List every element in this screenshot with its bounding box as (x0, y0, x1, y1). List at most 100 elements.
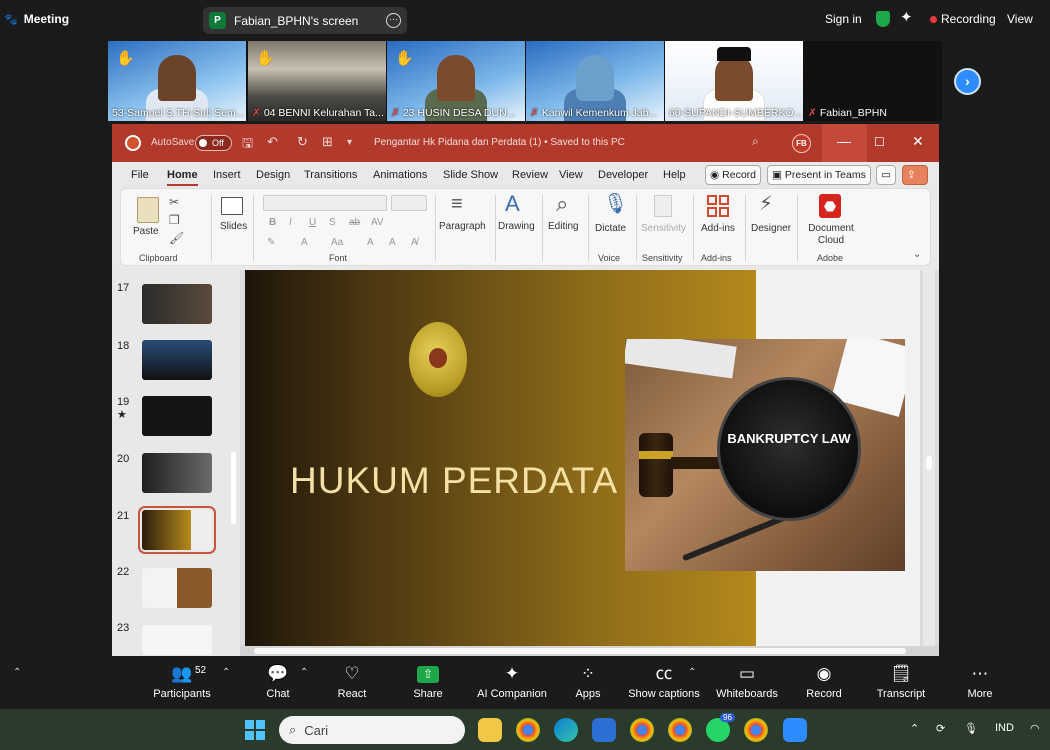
apps-button[interactable]: ⁘ Apps (572, 663, 604, 707)
participant-tile[interactable]: ✋ 53-Samuel S.TH-Suti Sem... (108, 41, 246, 121)
comments-button[interactable]: ▭ (876, 165, 896, 185)
wifi-icon[interactable]: ◠ (1030, 722, 1040, 735)
slide-thumbnail[interactable] (142, 284, 212, 324)
slide-thumbnail-selected[interactable] (138, 506, 216, 554)
format-painter-icon[interactable]: 🖌 (169, 231, 184, 245)
slide-thumbnail[interactable] (142, 396, 212, 436)
maximize-icon[interactable]: ☐ (874, 135, 885, 149)
ai-sparkle-icon[interactable]: ✦ (900, 8, 913, 26)
sign-in-link[interactable]: Sign in (825, 12, 862, 26)
share-screen-button[interactable]: ⇧ Share (408, 663, 448, 707)
view-button[interactable]: View (1007, 12, 1033, 26)
screen-share-pill[interactable]: P Fabian_BPHN's screen ··· (203, 7, 407, 34)
autosave-toggle[interactable]: Off (195, 135, 232, 151)
chevron-up-icon[interactable]: ⌃ (910, 722, 919, 735)
addins-icon[interactable] (707, 195, 729, 217)
slides-button[interactable]: Slides (220, 221, 247, 232)
font-size-box[interactable] (391, 195, 427, 211)
tab-slide-show[interactable]: Slide Show (443, 169, 498, 181)
edge-icon[interactable] (554, 718, 578, 742)
record-button-zoom[interactable]: ◉ Record (804, 663, 844, 707)
strikethrough-icon[interactable]: ab (349, 217, 360, 228)
character-spacing-icon[interactable]: AV (371, 217, 384, 228)
recording-indicator[interactable]: Recording (930, 12, 996, 26)
chevron-up-icon[interactable]: ⌃ (222, 667, 230, 678)
present-icon[interactable]: ⊞ (322, 134, 333, 150)
paste-icon[interactable] (137, 197, 159, 223)
copy-icon[interactable]: ❐ (169, 213, 180, 227)
increase-font-icon[interactable]: A (367, 237, 374, 248)
change-case-icon[interactable]: Aa (331, 237, 343, 248)
microphone-icon[interactable]: 🎙 (964, 722, 978, 735)
customize-qat-icon[interactable]: ▾ (347, 137, 352, 148)
new-slide-icon[interactable] (221, 197, 243, 215)
tab-home[interactable]: Home (167, 169, 198, 186)
tab-file[interactable]: File (131, 169, 149, 181)
find-magnifier-icon[interactable]: ⌕ (556, 191, 568, 217)
current-slide[interactable]: HUKUM PERDATA BANKRUPTCY LAW (245, 270, 920, 646)
italic-icon[interactable]: I (289, 217, 292, 228)
undo-icon[interactable]: ↶ (267, 134, 278, 150)
tab-insert[interactable]: Insert (213, 169, 241, 181)
clear-format-icon[interactable]: A̸ (411, 237, 418, 248)
chevron-up-icon[interactable]: ⌃ (13, 667, 21, 678)
decrease-font-icon[interactable]: A (389, 237, 396, 248)
redo-icon[interactable]: ↻ (297, 134, 308, 150)
meeting-menu[interactable]: 🐾 Meeting (4, 12, 69, 26)
search-icon[interactable]: ⌕ (752, 134, 759, 149)
thumbnail-scrollbar[interactable] (231, 452, 236, 524)
minimize-icon[interactable]: — (837, 133, 851, 149)
participant-tile[interactable]: ✗ Kanwil Kemenkum Jab... (526, 41, 664, 121)
font-color-icon[interactable]: A (301, 237, 308, 248)
chevron-up-icon[interactable]: ⌃ (688, 667, 696, 678)
adobe-pdf-icon[interactable]: ⬣ (819, 194, 841, 218)
tab-view[interactable]: View (559, 169, 583, 181)
designer-icon[interactable]: ⚡ (759, 191, 773, 216)
taskbar-search[interactable]: ⌕ Cari (279, 716, 465, 744)
paragraph-icon[interactable]: ≡ (451, 193, 463, 216)
participant-tile[interactable]: 60-SUPANDI-SUMBERKO... (665, 41, 803, 121)
collapse-ribbon-icon[interactable]: ⌄ (913, 249, 921, 260)
shadow-icon[interactable]: S (329, 217, 336, 228)
chrome-profile-icon[interactable] (744, 718, 768, 742)
slide-thumbnail[interactable] (142, 340, 212, 380)
slide-vertical-scrollbar[interactable] (923, 270, 935, 646)
paste-button[interactable]: Paste (133, 226, 159, 237)
present-in-teams-button[interactable]: ▣ Present in Teams (767, 165, 871, 185)
language-indicator[interactable]: IND (995, 722, 1014, 734)
cut-icon[interactable]: ✂ (169, 195, 179, 209)
tab-review[interactable]: Review (512, 169, 548, 181)
font-name-box[interactable] (263, 195, 387, 211)
share-button[interactable]: ⇪ (902, 165, 928, 185)
tab-help[interactable]: Help (663, 169, 686, 181)
more-options-icon[interactable]: ··· (386, 13, 401, 28)
designer-button[interactable]: Designer (751, 223, 791, 234)
sensitivity-icon[interactable] (654, 195, 672, 217)
bold-icon[interactable]: B (269, 217, 276, 228)
document-title[interactable]: Pengantar Hk Pidana dan Perdata (1) • Sa… (374, 137, 625, 148)
user-avatar[interactable]: FB (792, 134, 811, 153)
chat-button[interactable]: 💬 Chat (258, 663, 298, 707)
more-button[interactable]: ⋯ More (964, 663, 996, 707)
paragraph-button[interactable]: Paragraph (439, 221, 486, 232)
ai-companion-button[interactable]: ✦ AI Companion (476, 663, 548, 707)
tab-design[interactable]: Design (256, 169, 290, 181)
participant-tile[interactable]: ✋ ✗ 23 HUSIN DESA DUN... (387, 41, 525, 121)
whiteboards-button[interactable]: ▭ Whiteboards (714, 663, 780, 707)
file-explorer-icon[interactable] (478, 718, 502, 742)
store-icon[interactable] (592, 718, 616, 742)
chrome-profile-icon[interactable] (630, 718, 654, 742)
addins-button[interactable]: Add-ins (701, 223, 735, 234)
chevron-up-icon[interactable]: ⌃ (300, 667, 308, 678)
editing-button[interactable]: Editing (548, 221, 579, 232)
record-button[interactable]: ◉ Record (705, 165, 762, 185)
drawing-button[interactable]: Drawing (498, 221, 535, 232)
slide-thumbnail[interactable] (142, 568, 212, 608)
windows-start-icon[interactable] (245, 720, 265, 740)
tab-animations[interactable]: Animations (373, 169, 427, 181)
tab-transitions[interactable]: Transitions (304, 169, 357, 181)
participant-tile[interactable]: ✗ Fabian_BPHN (804, 41, 942, 121)
slide-horizontal-scrollbar[interactable] (240, 646, 939, 656)
document-cloud-button[interactable]: Document Cloud (805, 223, 857, 247)
tab-developer[interactable]: Developer (598, 169, 648, 181)
